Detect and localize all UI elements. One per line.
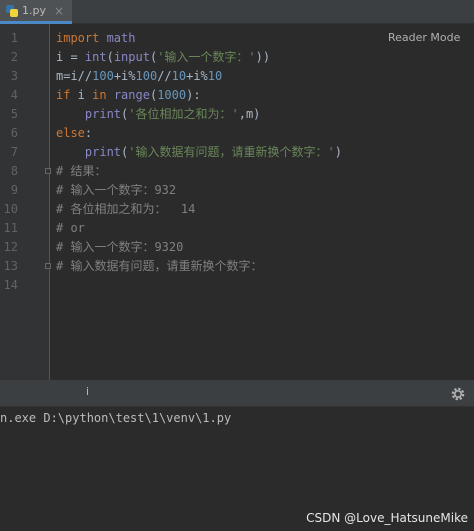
code-token: # 输入一个数字：9320 (56, 240, 184, 254)
python-file-icon (6, 4, 18, 17)
code-token: ,m) (238, 107, 261, 121)
code-line[interactable]: # 各位相加之和为： 14 (56, 200, 195, 219)
code-line[interactable]: i = int(input('输入一个数字：')) (56, 48, 270, 67)
code-token: 100 (92, 69, 114, 83)
line-number: 3 (10, 69, 18, 83)
code-token: : (84, 126, 93, 140)
code-token: # 输入一个数字：932 (56, 183, 177, 197)
line-number: 4 (10, 88, 18, 102)
fold-marker[interactable] (45, 263, 51, 269)
tab-1-py[interactable]: 1.py × (0, 0, 72, 24)
code-token: math (99, 31, 136, 45)
code-token: # 各位相加之和为： 14 (56, 202, 196, 216)
code-token: )) (255, 50, 271, 64)
line-number: 12 (3, 240, 18, 254)
code-editor[interactable]: 1 2 3 4 5 6 7 8 9 10 11 12 13 14 import math i = int(i… (0, 24, 474, 380)
code-token: i = (56, 50, 85, 64)
code-token: import (56, 31, 100, 45)
line-number: 7 (10, 145, 18, 159)
code-token: input (113, 50, 150, 64)
code-token: '输入一个数字：' (157, 50, 256, 64)
line-number: 13 (3, 259, 18, 273)
reader-mode-button[interactable]: Reader Mode (380, 28, 474, 48)
code-line[interactable]: # 输入一个数字：932 (56, 181, 176, 200)
code-line[interactable]: # 输入一个数字：9320 (56, 238, 183, 257)
code-token: 10 (171, 69, 187, 83)
code-token: print (84, 107, 122, 121)
code-token: +i% (186, 69, 208, 83)
code-token: 10 (207, 69, 223, 83)
line-number: 5 (10, 107, 18, 121)
line-number: 1 (10, 31, 18, 45)
code-token: ): (186, 88, 201, 102)
line-number: 11 (3, 221, 18, 235)
line-number: 6 (10, 126, 18, 140)
editor-tab-bar: 1.py × (0, 0, 474, 24)
code-token: '输入数据有问题，请重新换个数字：' (128, 145, 335, 159)
gear-icon[interactable] (450, 386, 466, 402)
code-token: # 结果： (56, 164, 107, 178)
code-line[interactable]: import math (56, 29, 135, 48)
code-token: 1000 (157, 88, 187, 102)
code-token: in (92, 88, 107, 102)
code-line[interactable]: print('输入数据有问题，请重新换个数字：') (56, 143, 342, 162)
line-number: 9 (10, 183, 18, 197)
code-token: if (56, 88, 71, 102)
code-token: # 输入数据有问题，请重新换个数字： (56, 259, 263, 273)
line-number: 10 (3, 202, 18, 216)
code-token: 100 (135, 69, 158, 83)
code-line[interactable]: # 结果： (56, 162, 106, 181)
fold-marker[interactable] (45, 168, 51, 174)
line-number: 8 (10, 164, 18, 178)
tab-label: 1.py (22, 4, 46, 17)
code-token: else (56, 126, 85, 140)
code-line[interactable]: # or (56, 219, 85, 238)
code-token: i (70, 88, 93, 102)
code-token: // (157, 69, 172, 83)
cursor-mark: i (86, 385, 90, 398)
line-number: 2 (10, 50, 18, 64)
code-line[interactable]: print('各位相加之和为：',m) (56, 105, 261, 124)
code-token: +i% (113, 69, 136, 83)
console-output-line: n.exe D:\python\test\1\venv\1.py (0, 411, 232, 425)
code-line[interactable]: else: (56, 124, 92, 143)
code-token: # or (56, 221, 85, 235)
code-line[interactable]: if i in range(1000): (56, 86, 201, 105)
run-panel-header: i (0, 383, 474, 407)
close-icon[interactable]: × (54, 4, 64, 18)
code-token: int (84, 50, 107, 64)
line-number: 14 (3, 278, 18, 292)
code-token: print (84, 145, 122, 159)
watermark: CSDN @Love_HatsuneMike (306, 511, 468, 525)
code-token: m=i// (56, 69, 93, 83)
code-token: ( (106, 50, 114, 64)
code-token: '各位相加之和为：' (128, 107, 239, 121)
code-line[interactable]: # 输入数据有问题，请重新换个数字： (56, 257, 262, 276)
code-token: ) (334, 145, 342, 159)
code-token: range (113, 88, 150, 102)
line-number-gutter: 1 2 3 4 5 6 7 8 9 10 11 12 13 14 (0, 24, 51, 380)
code-line[interactable]: m=i//100+i%100//10+i%10 (56, 67, 222, 86)
